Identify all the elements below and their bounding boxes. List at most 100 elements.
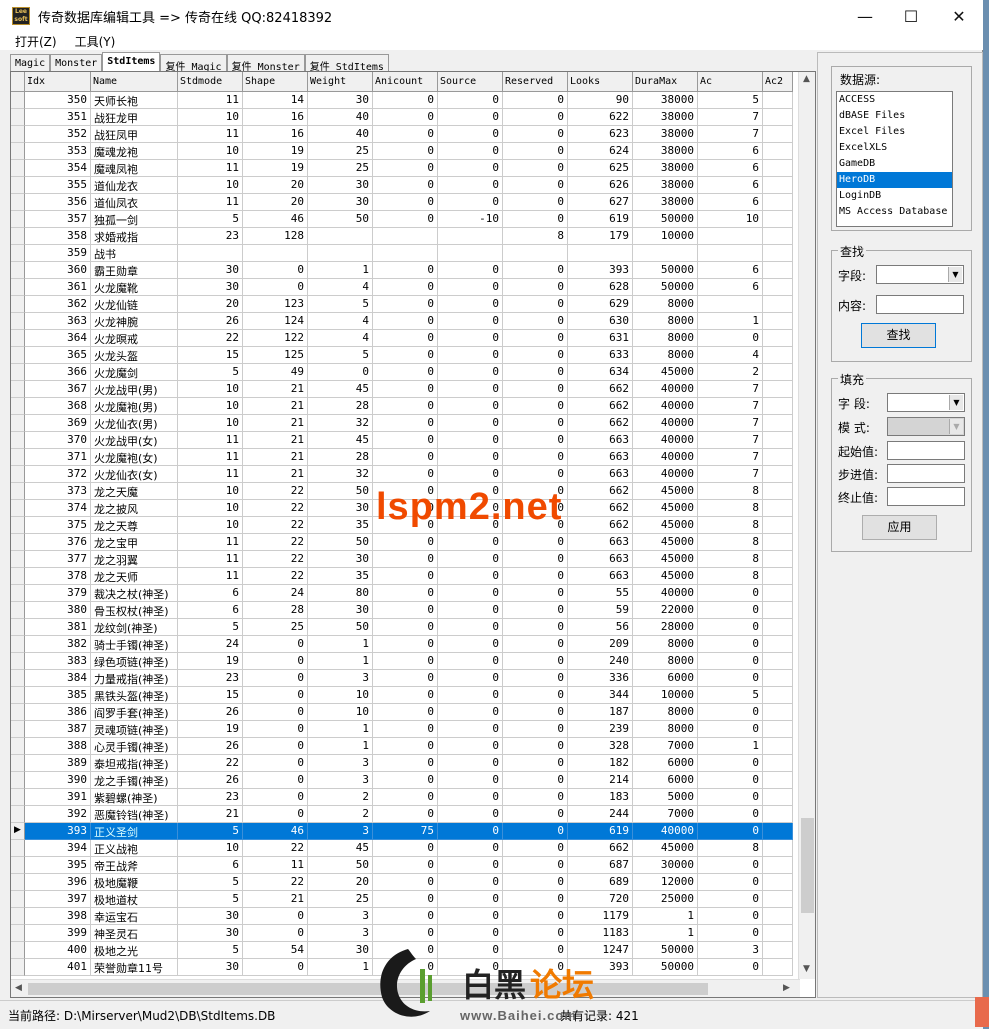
table-cell[interactable]: 10000	[633, 228, 698, 245]
table-cell[interactable]	[763, 653, 793, 670]
column-header-looks[interactable]: Looks	[568, 72, 633, 92]
table-cell[interactable]: 622	[568, 109, 633, 126]
table-cell[interactable]: 38000	[633, 194, 698, 211]
table-cell[interactable]: 7	[698, 126, 763, 143]
table-cell[interactable]: 2	[308, 806, 373, 823]
table-cell[interactable]: 364	[25, 330, 91, 347]
table-cell[interactable]: 14	[243, 92, 308, 109]
table-cell[interactable]: 49	[243, 364, 308, 381]
row-indicator[interactable]	[11, 602, 25, 619]
table-cell[interactable]: 662	[568, 500, 633, 517]
table-cell[interactable]: 183	[568, 789, 633, 806]
table-cell[interactable]: 神圣灵石	[91, 925, 178, 942]
row-indicator[interactable]	[11, 211, 25, 228]
table-cell[interactable]	[763, 296, 793, 313]
table-cell[interactable]	[763, 959, 793, 976]
table-cell[interactable]: 独孤一剑	[91, 211, 178, 228]
table-cell[interactable]: 38000	[633, 109, 698, 126]
table-cell[interactable]: 0	[503, 942, 568, 959]
table-cell[interactable]	[763, 432, 793, 449]
table-cell[interactable]	[763, 466, 793, 483]
table-cell[interactable]: 0	[698, 653, 763, 670]
table-cell[interactable]: 239	[568, 721, 633, 738]
table-cell[interactable]: 6	[698, 279, 763, 296]
table-cell[interactable]: 0	[503, 466, 568, 483]
table-cell[interactable]: 0	[373, 874, 438, 891]
table-cell[interactable]: 689	[568, 874, 633, 891]
table-cell[interactable]: 123	[243, 296, 308, 313]
table-cell[interactable]: 5	[308, 296, 373, 313]
table-cell[interactable]: 力量戒指(神圣)	[91, 670, 178, 687]
table-cell[interactable]: 376	[25, 534, 91, 551]
table-cell[interactable]: 3	[308, 670, 373, 687]
table-cell[interactable]	[763, 517, 793, 534]
table-cell[interactable]: 0	[698, 330, 763, 347]
table-cell[interactable]: 0	[243, 262, 308, 279]
table-cell[interactable]: 687	[568, 857, 633, 874]
table-cell[interactable]	[763, 381, 793, 398]
table-cell[interactable]	[503, 245, 568, 262]
table-cell[interactable]	[763, 908, 793, 925]
row-indicator[interactable]	[11, 636, 25, 653]
table-cell[interactable]: 0	[438, 347, 503, 364]
table-cell[interactable]: 386	[25, 704, 91, 721]
dropdown-arrow-icon[interactable]: ▼	[948, 267, 962, 282]
table-cell[interactable]	[763, 551, 793, 568]
table-cell[interactable]: 7	[698, 466, 763, 483]
table-cell[interactable]: 21	[243, 398, 308, 415]
table-cell[interactable]: 25	[308, 160, 373, 177]
fill-start-input[interactable]	[887, 441, 965, 460]
row-indicator[interactable]	[11, 857, 25, 874]
table-cell[interactable]: 0	[438, 755, 503, 772]
table-cell[interactable]: 45000	[633, 500, 698, 517]
table-cell[interactable]: 4	[308, 313, 373, 330]
table-cell[interactable]: 8000	[633, 653, 698, 670]
table-cell[interactable]: 0	[698, 874, 763, 891]
row-indicator[interactable]	[11, 364, 25, 381]
table-cell[interactable]: 30	[178, 279, 243, 296]
table-row[interactable]: 398 幸运宝石 30 0 3 0 0 0 1179 1 0	[11, 908, 793, 925]
table-cell[interactable]: 396	[25, 874, 91, 891]
table-cell[interactable]: 30	[178, 908, 243, 925]
table-cell[interactable]: 1	[308, 959, 373, 976]
table-cell[interactable]: 663	[568, 568, 633, 585]
table-cell[interactable]: 8	[698, 840, 763, 857]
table-cell[interactable]: 0	[438, 364, 503, 381]
table-cell[interactable]: 0	[373, 857, 438, 874]
row-indicator[interactable]	[11, 381, 25, 398]
table-row[interactable]: 366 火龙魔剑 5 49 0 0 0 0 634 45000 2	[11, 364, 793, 381]
table-cell[interactable]	[763, 415, 793, 432]
table-row[interactable]: 391 紫碧螺(神圣) 23 0 2 0 0 0 183 5000 0	[11, 789, 793, 806]
row-indicator[interactable]	[11, 925, 25, 942]
table-cell[interactable]: 0	[503, 619, 568, 636]
table-cell[interactable]: 6	[698, 143, 763, 160]
table-cell[interactable]: 0	[503, 653, 568, 670]
table-cell[interactable]: 0	[438, 908, 503, 925]
table-cell[interactable]: 10	[178, 143, 243, 160]
table-cell[interactable]: 0	[503, 313, 568, 330]
table-cell[interactable]: 0	[438, 891, 503, 908]
table-cell[interactable]: 0	[503, 840, 568, 857]
table-cell[interactable]: 21	[243, 449, 308, 466]
table-cell[interactable]: 0	[438, 279, 503, 296]
table-cell[interactable]: 50000	[633, 262, 698, 279]
table-cell[interactable]: 0	[503, 772, 568, 789]
table-cell[interactable]: 魔魂凤袍	[91, 160, 178, 177]
table-cell[interactable]: 5	[178, 891, 243, 908]
table-cell[interactable]: 0	[438, 449, 503, 466]
table-cell[interactable]: 0	[503, 330, 568, 347]
table-cell[interactable]: 379	[25, 585, 91, 602]
table-cell[interactable]	[763, 738, 793, 755]
table-cell[interactable]: 0	[503, 908, 568, 925]
table-cell[interactable]: 3	[308, 908, 373, 925]
table-cell[interactable]: 21	[243, 891, 308, 908]
column-header-stdmode[interactable]: Stdmode	[178, 72, 243, 92]
table-cell[interactable]	[763, 772, 793, 789]
row-indicator[interactable]	[11, 483, 25, 500]
table-cell[interactable]: 363	[25, 313, 91, 330]
table-cell[interactable]	[763, 721, 793, 738]
table-cell[interactable]: 0	[698, 636, 763, 653]
table-cell[interactable]: 0	[373, 313, 438, 330]
row-indicator[interactable]	[11, 262, 25, 279]
table-cell[interactable]: 1	[308, 721, 373, 738]
